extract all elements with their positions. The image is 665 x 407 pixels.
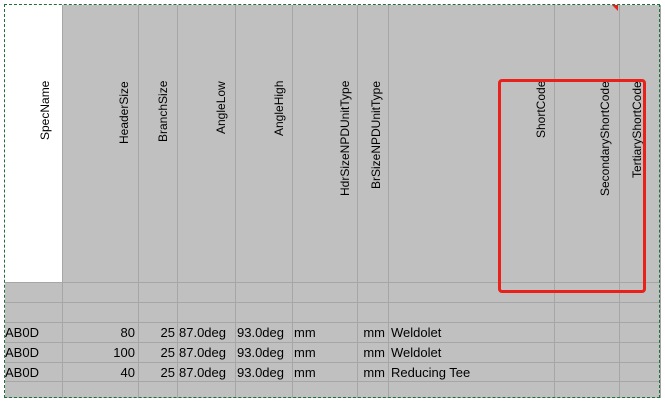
cell-specname[interactable]: AB0D: [5, 323, 61, 342]
cell-anglehigh[interactable]: 93.0deg: [237, 363, 292, 382]
grid-line: [292, 5, 293, 398]
cell-headersize[interactable]: 100: [63, 343, 135, 362]
cell-anglelow[interactable]: 87.0deg: [179, 363, 235, 382]
grid-line: [388, 5, 389, 398]
cell-brunit[interactable]: mm: [358, 323, 385, 342]
cell-component[interactable]: Weldolet: [391, 323, 551, 342]
cell-hdrunit[interactable]: mm: [294, 363, 356, 382]
highlight-annotation-box: [498, 79, 646, 293]
cell-brunit[interactable]: mm: [358, 343, 385, 362]
header-anglelow[interactable]: AngleLow: [214, 81, 228, 281]
cell-anglehigh[interactable]: 93.0deg: [237, 323, 292, 342]
cell-branchsize[interactable]: 25: [139, 323, 175, 342]
spreadsheet-grid: SpecName HeaderSize BranchSize AngleLow …: [0, 0, 665, 407]
cell-anglelow[interactable]: 87.0deg: [179, 323, 235, 342]
cell-branchsize[interactable]: 25: [139, 343, 175, 362]
grid-line: [177, 5, 178, 398]
cell-headersize[interactable]: 80: [63, 323, 135, 342]
cell-headersize[interactable]: 40: [63, 363, 135, 382]
header-hdrsizenpdunittype[interactable]: HdrSizeNPDUnitType: [338, 81, 352, 281]
header-branchsize[interactable]: BranchSize: [156, 81, 170, 281]
cell-hdrunit[interactable]: mm: [294, 323, 356, 342]
cell-brunit[interactable]: mm: [358, 363, 385, 382]
grid-line: [660, 5, 661, 398]
header-specname[interactable]: SpecName: [38, 81, 52, 281]
cell-specname[interactable]: AB0D: [5, 343, 61, 362]
grid-line: [235, 5, 236, 398]
cell-branchsize[interactable]: 25: [139, 363, 175, 382]
cell-anglehigh[interactable]: 93.0deg: [237, 343, 292, 362]
header-brsizenpdunittype[interactable]: BrSizeNPDUnitType: [369, 81, 383, 281]
cell-anglelow[interactable]: 87.0deg: [179, 343, 235, 362]
cell-component[interactable]: Weldolet: [391, 343, 551, 362]
grid-line: [5, 302, 660, 303]
header-headersize[interactable]: HeaderSize: [117, 81, 131, 281]
cell-hdrunit[interactable]: mm: [294, 343, 356, 362]
header-anglehigh[interactable]: AngleHigh: [272, 81, 286, 281]
cell-specname[interactable]: AB0D: [5, 363, 61, 382]
cell-component[interactable]: Reducing Tee: [391, 363, 551, 382]
comment-indicator: [612, 5, 618, 11]
